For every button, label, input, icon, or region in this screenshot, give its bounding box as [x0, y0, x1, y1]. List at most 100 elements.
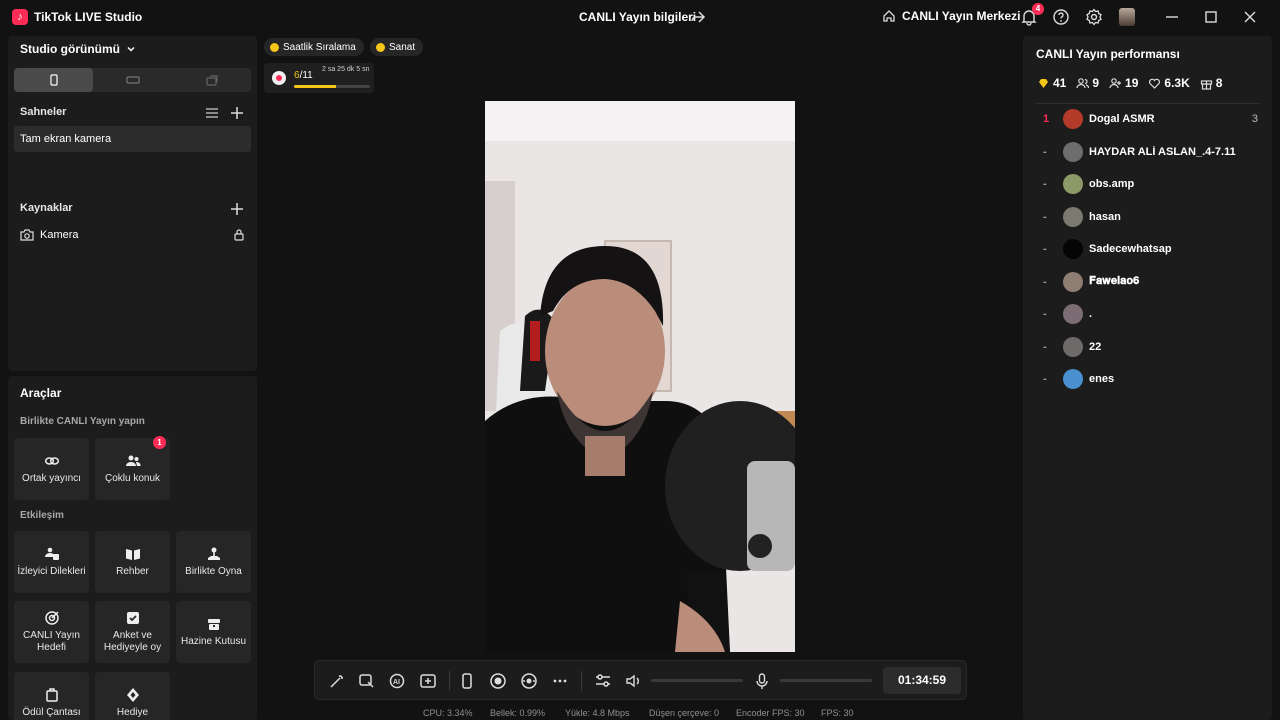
play-together-button[interactable]: Birlikte Oyna [176, 531, 251, 593]
viewer-requests-icon [44, 547, 59, 560]
title-bar: ♪ TikTok LIVE Studio CANLI Yayın bilgile… [0, 0, 1280, 34]
ai-icon[interactable]: AI [388, 672, 406, 690]
scene-item[interactable]: Tam ekran kamera [14, 126, 251, 152]
list-item[interactable]: - hasan [1043, 206, 1258, 227]
category-pill[interactable]: Sanat [370, 38, 424, 56]
speaker-icon[interactable] [625, 672, 643, 690]
avatar[interactable] [1063, 304, 1083, 324]
tools-title: Araçlar [20, 386, 62, 400]
dual-screen-icon [205, 75, 218, 86]
viewers-metric: 9 [1076, 76, 1099, 90]
home-icon [883, 10, 895, 22]
close-icon[interactable] [1238, 6, 1262, 28]
more-icon[interactable] [551, 672, 569, 690]
magic-wand-icon[interactable] [328, 672, 346, 690]
diamonds-metric: 41 [1037, 76, 1066, 90]
new-followers-value: 19 [1125, 76, 1139, 90]
rank-progress-box[interactable]: 6/11 2 sa 25 dk 5 sn [264, 63, 374, 93]
viewer-name: 22 [1089, 340, 1102, 353]
list-item[interactable]: - enes [1043, 369, 1258, 389]
viewer-rank: - [1043, 243, 1047, 255]
avatar[interactable] [1063, 174, 1083, 194]
avatar[interactable] [1063, 141, 1083, 162]
microphone-icon[interactable] [753, 672, 771, 690]
likes-metric: 6.3K [1148, 76, 1190, 90]
viewer-name: Sadecewhatsap [1089, 243, 1172, 255]
add-source-icon[interactable] [229, 201, 245, 217]
mic-volume-slider[interactable] [780, 679, 872, 682]
help-icon[interactable] [1052, 8, 1070, 26]
list-item[interactable]: 1 Dogal ASMR 3 [1043, 109, 1258, 129]
collab-section-title: Birlikte CANLI Yayın yapın [20, 416, 145, 427]
list-item[interactable]: - 𝐅𝐚𝐰𝐞𝐥𝐚𝐨𝟔 [1043, 271, 1258, 292]
studio-view-label: Studio görünümü [20, 42, 120, 56]
effects-icon[interactable] [358, 672, 376, 690]
heart-icon [1149, 78, 1161, 89]
multi-guest-badge: 1 [153, 436, 166, 449]
book-icon [125, 549, 140, 560]
list-item[interactable]: - Sadecewhatsap [1043, 239, 1258, 259]
list-item[interactable]: - 22 [1043, 336, 1258, 357]
control-bar: AI 01:34:59 [314, 660, 967, 700]
avatar[interactable] [1063, 109, 1083, 129]
toolbar-separator [449, 671, 450, 691]
reward-bag-button[interactable]: Ödül Çantası [14, 672, 89, 720]
maximize-icon[interactable] [1199, 6, 1223, 28]
co-host-button[interactable]: Ortak yayıncı [14, 438, 89, 500]
record-icon[interactable] [489, 672, 507, 690]
list-item[interactable]: -. [1043, 304, 1258, 324]
add-media-icon[interactable] [419, 672, 437, 690]
guide-button[interactable]: Rehber [95, 531, 170, 593]
speaker-volume-slider[interactable] [651, 679, 743, 682]
gift-label: Hediye [116, 707, 149, 718]
avatar[interactable] [1063, 239, 1083, 259]
gift-diamond-icon [126, 688, 139, 702]
list-item[interactable]: - HAYDAR ALİ ASLAN_.4-7.11 [1043, 141, 1258, 162]
performance-metrics: 41 9 19 6.3K 8 [1037, 76, 1222, 90]
poll-button[interactable]: Anket ve Hediyeyle oy [95, 601, 170, 663]
rank-time-left: 2 sa 25 dk 5 sn [322, 66, 370, 73]
hourly-rank-pill[interactable]: Saatlik Sıralama [264, 38, 364, 56]
sliders-icon[interactable] [594, 672, 612, 690]
avatar[interactable] [1063, 271, 1083, 292]
source-label: Kamera [40, 228, 79, 241]
treasure-chest-icon [207, 619, 220, 630]
viewer-wishes-button[interactable]: İzleyici Dilekleri [14, 531, 89, 593]
viewer-name: . [1089, 308, 1093, 320]
treasure-box-button[interactable]: Hazine Kutusu [176, 601, 251, 663]
gift-button[interactable]: Hediye [95, 672, 170, 720]
camera-switch-icon[interactable] [520, 672, 538, 690]
performance-panel: CANLI Yayın performansı 41 9 19 6.3K 8 1… [1023, 36, 1272, 720]
viewer-rank: 1 [1043, 113, 1050, 125]
minimize-icon[interactable] [1160, 6, 1184, 28]
user-avatar[interactable] [1119, 8, 1135, 26]
performance-title: CANLI Yayın performansı [1036, 47, 1180, 61]
lock-icon[interactable] [233, 228, 245, 241]
list-icon[interactable] [204, 105, 220, 121]
viewer-rank: - [1043, 308, 1047, 320]
studio-view-dropdown[interactable]: Studio görünümü [20, 42, 136, 56]
add-scene-icon[interactable] [229, 105, 245, 121]
portrait-mode-button[interactable] [14, 68, 93, 92]
avatar[interactable] [1063, 336, 1083, 357]
svg-text:AI: AI [393, 679, 400, 686]
dual-mode-button[interactable] [172, 68, 251, 92]
users-icon [125, 455, 141, 466]
source-item-camera[interactable]: Kamera [20, 228, 245, 241]
settings-gear-icon[interactable] [1085, 8, 1103, 26]
upload-stat: Yükle: 4.8 Mbps [565, 708, 630, 718]
viewer-name: HAYDAR ALİ ASLAN_.4-7.11 [1089, 145, 1236, 158]
avatar[interactable] [1063, 369, 1083, 389]
live-timer: 01:34:59 [883, 667, 961, 694]
share-icon[interactable] [690, 9, 706, 25]
live-info-button[interactable]: CANLI Yayın bilgileri [579, 10, 696, 24]
engagement-section-title: Etkileşim [20, 510, 64, 521]
phone-icon[interactable] [458, 672, 476, 690]
landscape-mode-button[interactable] [93, 68, 172, 92]
live-center-button[interactable]: CANLI Yayın Merkezi [882, 9, 1021, 23]
live-goal-button[interactable]: CANLI Yayın Hedefi [14, 601, 89, 663]
multi-guest-button[interactable]: Çoklu konuk 1 [95, 436, 170, 500]
avatar[interactable] [1063, 206, 1083, 227]
viewer-name: hasan [1089, 210, 1121, 223]
list-item[interactable]: - obs.amp [1043, 174, 1258, 194]
